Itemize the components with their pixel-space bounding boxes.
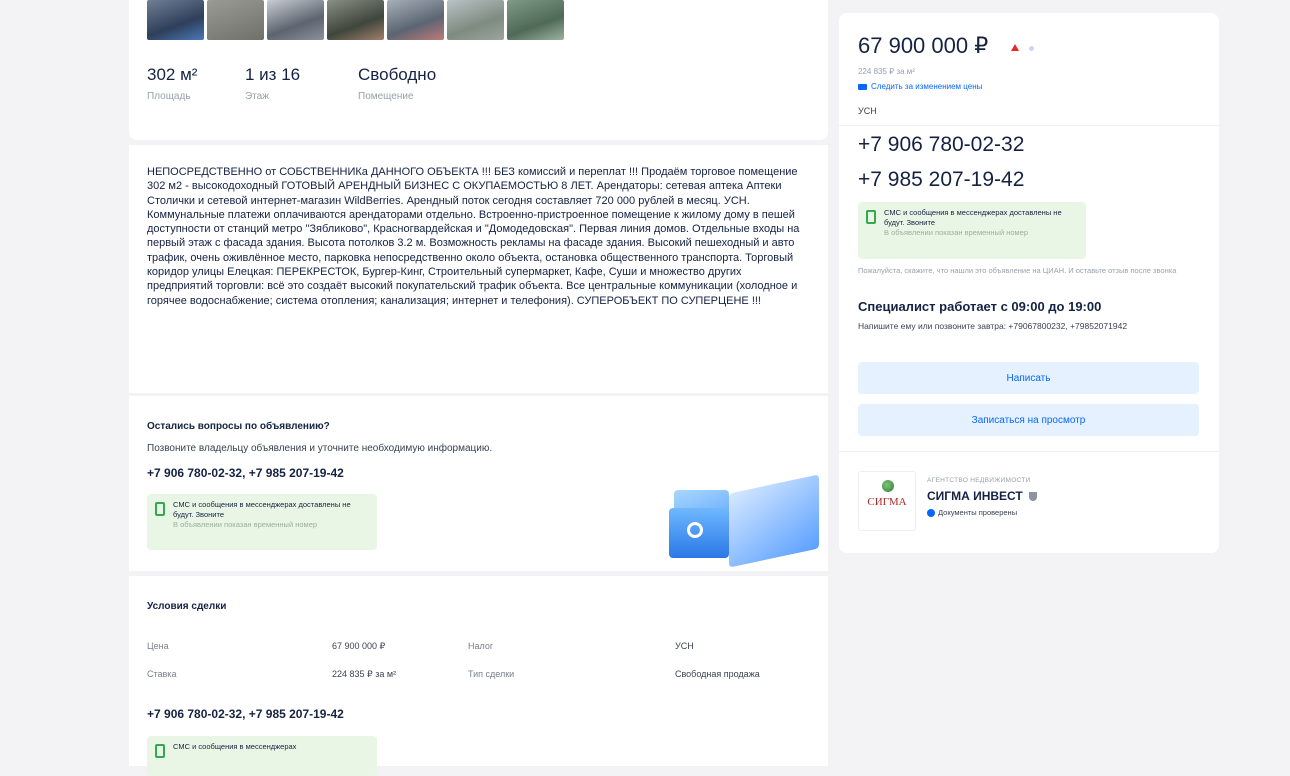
- divider: [839, 451, 1219, 452]
- price-history-icon[interactable]: [1029, 46, 1034, 51]
- deal-value: 67 900 000 ₽: [332, 641, 386, 651]
- photo-thumbnail[interactable]: [507, 0, 564, 40]
- agency-verified-label: Документы проверены: [938, 508, 1018, 517]
- deal-phones[interactable]: +7 906 780-02-32, +7 985 207-19-42: [147, 707, 344, 721]
- questions-subtitle: Позвоните владельцу объявления и уточнит…: [147, 443, 493, 454]
- questions-card: Остались вопросы по объявлению? Позвонит…: [129, 396, 828, 571]
- questions-title: Остались вопросы по объявлению?: [147, 421, 330, 432]
- price-contact-card: 67 900 000 ₽ 224 835 ₽ за м² Следить за …: [839, 13, 1219, 553]
- sms-warning-subtitle: В объявлении показан временный номер: [884, 228, 1029, 237]
- photo-thumbnail[interactable]: [207, 0, 264, 40]
- deal-key: Ставка: [147, 669, 177, 679]
- agency-block[interactable]: СИГМА АГЕНТСТВО НЕДВИЖИМОСТИ СИГМА ИНВЕС…: [858, 471, 1198, 535]
- fact-premises-value: Свободно: [358, 65, 437, 84]
- key-facts: 302 м² Площадь 1 из 16 Этаж Свободно Пом…: [147, 65, 436, 102]
- agency-logo-globe-icon: [882, 480, 894, 492]
- agency-name-row: СИГМА ИНВЕСТ: [927, 489, 1038, 503]
- photo-thumbnail[interactable]: [267, 0, 324, 40]
- price-per-m2: 224 835 ₽ за м²: [858, 67, 915, 76]
- description-text: НЕПОСРЕДСТВЕННО от СОБСТВЕННИКа ДАННОГО …: [147, 166, 800, 307]
- magnifier-icon: [687, 522, 703, 538]
- folder-search-illustration: [669, 474, 828, 571]
- check-circle-icon: [927, 509, 935, 518]
- deal-key: Налог: [468, 641, 494, 651]
- specialist-hours-title: Специалист работает с 09:00 до 19:00: [858, 299, 1102, 314]
- cian-notice: Пожалуйста, скажите, что нашли это объяв…: [858, 266, 1177, 275]
- follow-price-link[interactable]: Следить за изменением цены: [858, 82, 982, 91]
- envelope-icon: [858, 83, 867, 90]
- fact-premises: Свободно Помещение: [358, 65, 436, 102]
- phone-icon: [866, 210, 876, 224]
- agency-name: СИГМА ИНВЕСТ: [927, 489, 1023, 503]
- write-message-button[interactable]: Написать: [858, 362, 1199, 394]
- sms-warning-subtitle: В объявлении показан временный номер: [173, 520, 318, 529]
- photo-thumbnail[interactable]: [447, 0, 504, 40]
- price-value: 67 900 000 ₽: [858, 33, 989, 58]
- phone-icon: [155, 502, 165, 516]
- deal-value: Свободная продажа: [675, 669, 760, 679]
- photo-thumbnail[interactable]: [327, 0, 384, 40]
- specialist-hours-subtitle: Напишите ему или позвоните завтра: +7906…: [858, 321, 1128, 331]
- agency-logo-text: СИГМА: [867, 496, 907, 508]
- deal-key: Тип сделки: [468, 669, 515, 679]
- fact-premises-label: Помещение: [358, 91, 414, 102]
- follow-price-label: Следить за изменением цены: [871, 82, 983, 91]
- sms-warning: СМС и сообщения в мессенджерах доставлен…: [147, 494, 377, 550]
- sms-warning: СМС и сообщения в мессенджерах доставлен…: [858, 202, 1086, 259]
- photo-thumbnail[interactable]: [387, 0, 444, 40]
- sms-warning: СМС и сообщения в мессенджерах: [147, 736, 377, 776]
- questions-phones[interactable]: +7 906 780-02-32, +7 985 207-19-42: [147, 466, 344, 480]
- deal-title: Условия сделки: [147, 601, 227, 612]
- phone-number-1[interactable]: +7 906 780-02-32: [858, 133, 1024, 157]
- deal-value: УСН: [675, 641, 694, 651]
- phone-icon: [155, 744, 165, 758]
- deal-terms-card: Условия сделки Цена 67 900 000 ₽ Налог У…: [129, 576, 828, 776]
- phone-number-2[interactable]: +7 985 207-19-42: [858, 168, 1024, 192]
- agency-kind: АГЕНТСТВО НЕДВИЖИМОСТИ: [927, 477, 1031, 484]
- sms-warning-title: СМС и сообщения в мессенджерах доставлен…: [173, 500, 351, 519]
- fact-area: 302 м² Площадь: [147, 65, 245, 102]
- divider: [839, 125, 1219, 126]
- price-up-arrow-icon[interactable]: [1011, 44, 1019, 51]
- shield-icon: [1029, 492, 1038, 502]
- deal-key: Цена: [147, 641, 169, 651]
- deal-value: 224 835 ₽ за м²: [332, 669, 397, 679]
- fact-floor-label: Этаж: [245, 91, 269, 102]
- fact-floor-value: 1 из 16: [245, 65, 301, 84]
- agency-verified: Документы проверены: [927, 508, 1018, 518]
- fact-area-label: Площадь: [147, 91, 191, 102]
- sms-warning-title: СМС и сообщения в мессенджерах доставлен…: [884, 208, 1062, 227]
- book-viewing-button[interactable]: Записаться на просмотр: [858, 404, 1199, 436]
- fact-floor: 1 из 16 Этаж: [245, 65, 358, 102]
- gallery-card: 302 м² Площадь 1 из 16 Этаж Свободно Пом…: [129, 0, 828, 140]
- description-card: НЕПОСРЕДСТВЕННО от СОБСТВЕННИКа ДАННОГО …: [129, 145, 828, 393]
- tax-system: УСН: [858, 106, 877, 116]
- photo-thumbnail[interactable]: [147, 0, 204, 40]
- photo-thumbnails: [147, 0, 564, 40]
- agency-logo: СИГМА: [858, 471, 916, 531]
- fact-area-value: 302 м²: [147, 65, 198, 84]
